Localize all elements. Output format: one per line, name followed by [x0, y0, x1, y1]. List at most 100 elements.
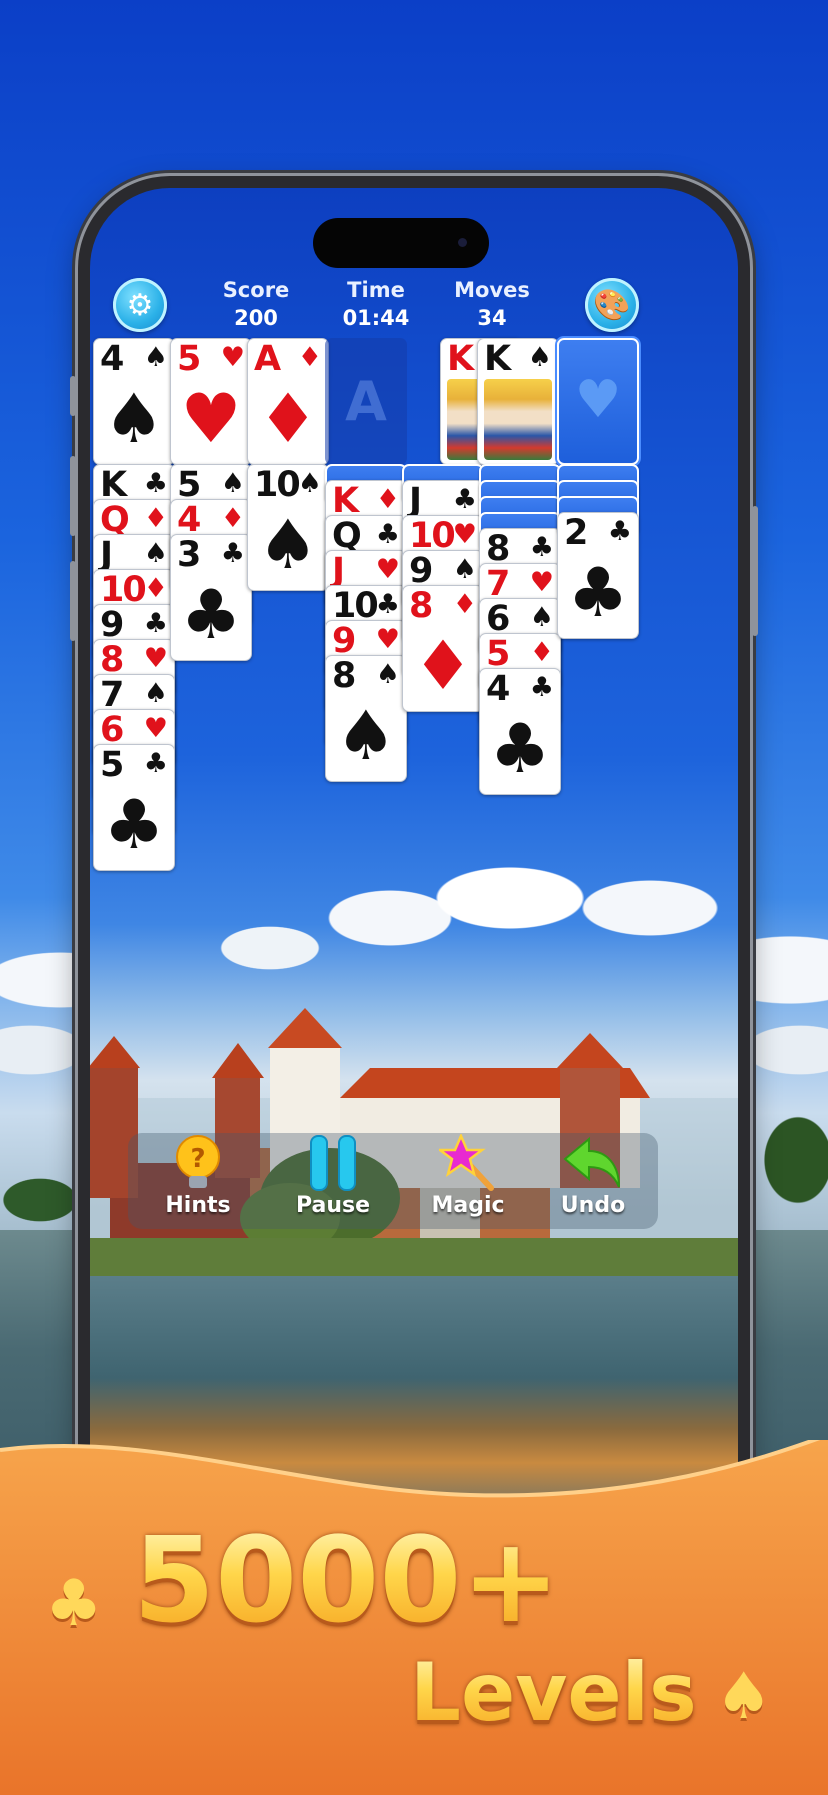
card-rank: 8 — [332, 656, 356, 696]
card-suit-small: ♠ — [143, 342, 168, 373]
playing-card[interactable]: 10 ♠ ♠ — [247, 464, 329, 591]
phone-frame: ⚙ Score 200 Time 01:44 Moves 34 🎨 4 ♠ ♠ 5 ♥ ♥… — [70, 176, 758, 1616]
card-suit-small: ♦ — [143, 573, 168, 604]
svg-text:?: ? — [190, 1144, 205, 1174]
card-suit-large: ♠ — [335, 697, 397, 776]
card-suit-small: ♣ — [529, 532, 554, 563]
card-suit-large: ♠ — [103, 380, 165, 459]
theme-button[interactable]: 🎨 — [585, 278, 639, 332]
gear-icon: ⚙ — [126, 287, 154, 323]
card-suit-small: ♠ — [297, 468, 322, 499]
card-suit-small: ♦ — [297, 342, 322, 373]
game-screen: ⚙ Score 200 Time 01:44 Moves 34 🎨 4 ♠ ♠ 5 ♥ ♥… — [90, 188, 738, 1604]
spade-decoration: ♠ — [715, 1660, 773, 1734]
card-rank: 5 — [100, 745, 124, 785]
magic-button[interactable]: Magic — [408, 1133, 528, 1229]
pause-icon — [310, 1135, 356, 1191]
card-rank: 5 — [177, 339, 201, 379]
promo-word: Levels — [410, 1646, 697, 1739]
palette-icon: 🎨 — [593, 287, 631, 323]
time-label: Time — [347, 278, 405, 302]
card-rank: K — [484, 339, 511, 379]
score-stat: Score 200 — [196, 278, 316, 330]
undo-arrow-icon — [563, 1136, 620, 1188]
undo-label: Undo — [560, 1193, 626, 1218]
phone-power-button — [752, 506, 758, 636]
card-suit-large: ♣ — [489, 710, 551, 789]
card-suit-small: ♠ — [375, 659, 400, 690]
card-suit-small: ♣ — [375, 519, 400, 550]
magic-wand-icon — [439, 1134, 494, 1191]
card-suit-small: ♥ — [529, 567, 554, 598]
card-rank: 2 — [564, 513, 588, 553]
playing-card[interactable]: 4 ♠ ♠ — [93, 338, 175, 465]
card-rank: 3 — [177, 535, 201, 575]
hints-button[interactable]: ? Hints — [138, 1133, 258, 1229]
card-suit-small: ♥ — [143, 643, 168, 674]
playing-card[interactable]: 8 ♠ ♠ — [325, 655, 407, 782]
score-value: 200 — [234, 306, 278, 330]
card-suit-small: ♥ — [143, 713, 168, 744]
card-suit-large: ♦ — [257, 380, 319, 459]
playing-card[interactable]: 8 ♦ ♦ — [402, 585, 484, 712]
card-rank: A — [254, 339, 281, 379]
stock-pile[interactable]: ♥ — [557, 338, 639, 465]
club-decoration: ♣ — [45, 1567, 103, 1641]
phone-volume-up — [70, 456, 76, 536]
promo-number: 5000+ — [133, 1511, 561, 1649]
card-suit-small: ♣ — [143, 608, 168, 639]
card-suit-large: ♣ — [180, 576, 242, 655]
moves-label: Moves — [454, 278, 530, 302]
card-rank: 4 — [486, 669, 510, 709]
phone-mute-switch — [70, 376, 76, 416]
card-rank: 4 — [100, 339, 124, 379]
magic-label: Magic — [431, 1193, 505, 1218]
card-suit-small: ♣ — [143, 468, 168, 499]
card-rank: K — [447, 339, 474, 379]
card-suit-small: ♠ — [529, 602, 554, 633]
card-suit-small: ♠ — [220, 468, 245, 499]
pause-button[interactable]: Pause — [273, 1133, 393, 1229]
card-suit-small: ♠ — [452, 554, 477, 585]
card-suit-small: ♣ — [607, 516, 632, 547]
card-suit-small: ♥ — [375, 554, 400, 585]
card-suit-small: ♥ — [375, 624, 400, 655]
card-suit-small: ♣ — [452, 484, 477, 515]
pause-label: Pause — [295, 1193, 371, 1218]
card-suit-large: ♠ — [257, 506, 319, 585]
playing-card[interactable]: K ♠ — [477, 338, 559, 465]
hints-label: Hints — [165, 1193, 231, 1218]
time-stat: Time 01:44 — [316, 278, 436, 330]
foundation-slot-empty[interactable]: A — [325, 338, 407, 465]
king-face-art — [484, 379, 552, 460]
card-rank: 10 — [254, 465, 301, 505]
card-suit-small: ♦ — [529, 637, 554, 668]
card-suit-large: ♥ — [180, 380, 242, 459]
lightbulb-icon: ? — [176, 1135, 220, 1188]
action-toolbar: ? Hints Pause Magic Undo — [128, 1133, 658, 1229]
playing-card[interactable]: 5 ♥ ♥ — [170, 338, 252, 465]
card-suit-small: ♦ — [375, 484, 400, 515]
card-suit-small: ♠ — [527, 342, 552, 373]
card-suit-small: ♠ — [143, 538, 168, 569]
playing-card[interactable]: 2 ♣ ♣ — [557, 512, 639, 639]
card-suit-small: ♣ — [220, 538, 245, 569]
card-rank: 8 — [409, 586, 433, 626]
card-suit-small: ♦ — [143, 503, 168, 534]
playing-card[interactable]: 4 ♣ ♣ — [479, 668, 561, 795]
moves-value: 34 — [477, 306, 507, 330]
dynamic-island — [313, 218, 489, 268]
phone-volume-down — [70, 561, 76, 641]
card-suit-small: ♣ — [375, 589, 400, 620]
card-suit-large: ♦ — [412, 627, 474, 706]
playing-card[interactable]: 3 ♣ ♣ — [170, 534, 252, 661]
playing-card[interactable]: A ♦ ♦ — [247, 338, 329, 465]
card-suit-large: ♣ — [567, 554, 629, 633]
card-suit-small: ♦ — [452, 589, 477, 620]
settings-button[interactable]: ⚙ — [113, 278, 167, 332]
card-suit-small: ♠ — [143, 678, 168, 709]
undo-button[interactable]: Undo — [533, 1133, 653, 1229]
card-suit-small: ♥ — [452, 519, 477, 550]
card-suit-small: ♣ — [143, 748, 168, 779]
card-suit-small: ♦ — [220, 503, 245, 534]
